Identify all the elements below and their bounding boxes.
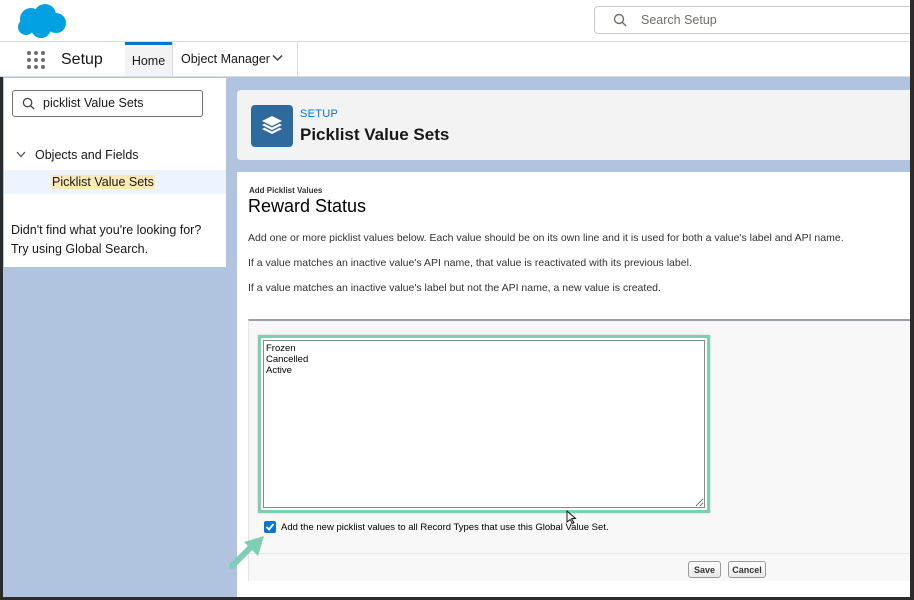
search-icon xyxy=(613,13,627,27)
quick-find-value: picklist Value Sets xyxy=(43,96,144,110)
button-divider xyxy=(249,553,914,554)
form-title: Reward Status xyxy=(248,196,367,216)
chevron-down-icon[interactable] xyxy=(16,151,26,158)
tab-object-manager[interactable]: Object Manager xyxy=(172,42,298,76)
tab-home[interactable]: Home xyxy=(125,42,172,76)
annotation-arrow-icon xyxy=(229,536,264,569)
mouse-cursor-icon xyxy=(566,510,577,524)
salesforce-cloud-logo[interactable] xyxy=(14,2,68,40)
layers-icon xyxy=(262,116,282,134)
window-frame-right xyxy=(910,0,914,600)
search-icon xyxy=(22,97,35,110)
page-title: Picklist Value Sets xyxy=(300,125,450,144)
sidebar-item-label: Picklist Value Sets xyxy=(51,175,155,189)
instruction-paragraph: If a value matches an inactive value's l… xyxy=(248,282,661,294)
app-name: Setup xyxy=(61,51,103,68)
form-eyebrow: Add Picklist Values xyxy=(249,186,323,195)
textarea-highlight: Frozen Cancelled Active xyxy=(258,335,710,513)
main-card: Add Picklist Values Reward Status Add on… xyxy=(237,172,914,600)
tree-section-label: Objects and Fields xyxy=(35,148,139,162)
record-types-checkbox-label: Add the new picklist values to all Recor… xyxy=(281,521,609,533)
setup-search-input[interactable]: Search Setup xyxy=(594,6,914,34)
add-values-panel: Frozen Cancelled Active Add the new pick… xyxy=(248,319,914,581)
tree-section-objects-and-fields[interactable]: Objects and Fields xyxy=(4,144,226,166)
instruction-paragraph: Add one or more picklist values below. E… xyxy=(248,232,844,244)
record-types-checkbox[interactable] xyxy=(264,521,276,533)
global-header: Search Setup xyxy=(0,0,914,42)
instruction-paragraph: If a value matches an inactive value's A… xyxy=(248,257,692,269)
app-launcher-icon[interactable] xyxy=(26,50,46,70)
checkmark-icon xyxy=(265,523,275,531)
picklist-values-textarea[interactable]: Frozen Cancelled Active xyxy=(263,340,705,508)
sidebar-item-picklist-value-sets[interactable]: Picklist Value Sets xyxy=(4,170,226,194)
chevron-down-icon[interactable] xyxy=(272,54,283,62)
setup-sidebar: picklist Value Sets Objects and Fields P… xyxy=(4,78,226,267)
window-frame-left xyxy=(0,0,3,600)
not-found-message: Didn't find what you're looking for? Try… xyxy=(11,223,202,256)
page-header: SETUP Picklist Value Sets xyxy=(237,90,914,160)
cancel-button[interactable]: Cancel xyxy=(728,561,766,578)
quick-find-input[interactable]: picklist Value Sets xyxy=(12,90,203,117)
page-header-icon-tile xyxy=(251,105,293,147)
page-header-eyebrow: SETUP xyxy=(300,108,339,120)
record-types-checkbox-row[interactable]: Add the new picklist values to all Recor… xyxy=(264,520,609,534)
app-nav-bar: Setup Home Object Manager xyxy=(0,42,914,77)
tab-object-manager-label: Object Manager xyxy=(181,52,270,66)
search-placeholder: Search Setup xyxy=(641,13,717,27)
save-button[interactable]: Save xyxy=(688,561,721,578)
